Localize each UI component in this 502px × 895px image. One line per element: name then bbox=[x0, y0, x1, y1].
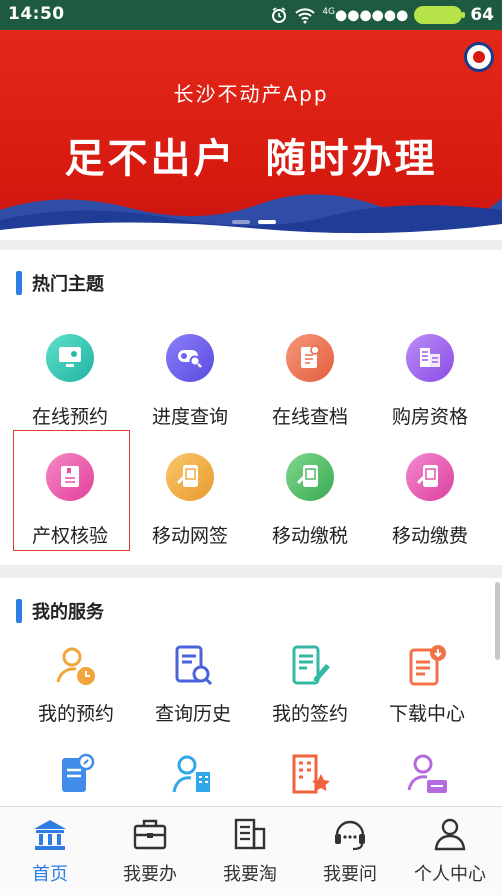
topic-label: 在线预约 bbox=[31, 406, 108, 428]
topic-label: 移动缴费 bbox=[391, 525, 468, 547]
nav-profile[interactable]: 个人中心 bbox=[400, 807, 500, 895]
wifi-icon bbox=[295, 8, 316, 24]
contract-edit-icon bbox=[292, 645, 330, 685]
status-icons: 4G●●●●●● 64 bbox=[270, 4, 494, 26]
topic-label: 进度查询 bbox=[151, 406, 228, 428]
topic-label: 移动网签 bbox=[151, 525, 228, 547]
status-time: 14:50 bbox=[8, 4, 65, 24]
user-message-icon bbox=[407, 754, 447, 793]
section-header: 热门主题 bbox=[16, 270, 104, 296]
service-label: 我的签约 bbox=[271, 703, 348, 725]
building-list-icon bbox=[234, 818, 266, 850]
scroll-badge-icon bbox=[62, 753, 95, 792]
topic-progress-query[interactable]: 进度查询 bbox=[131, 334, 249, 446]
topic-online-archive[interactable]: 在线查档 bbox=[251, 334, 369, 446]
nav-label: 我要办 bbox=[123, 864, 177, 885]
progress-search-icon bbox=[166, 334, 214, 382]
service-label: 查询历史 bbox=[154, 703, 231, 725]
nav-home[interactable]: 首页 bbox=[0, 807, 100, 895]
service-query-history[interactable]: 查询历史 bbox=[134, 644, 252, 756]
nav-label: 我要问 bbox=[323, 864, 377, 885]
carousel-dot-active[interactable] bbox=[258, 220, 276, 224]
banner-waves bbox=[0, 194, 502, 240]
topic-mobile-signing[interactable]: 移动网签 bbox=[131, 453, 249, 565]
home-bank-icon bbox=[34, 820, 66, 850]
topic-mobile-tax[interactable]: 移动缴税 bbox=[251, 453, 369, 565]
monitor-icon bbox=[46, 334, 94, 382]
building-qualification-icon bbox=[406, 334, 454, 382]
phone-tax-icon bbox=[286, 453, 334, 501]
carousel-dot[interactable] bbox=[232, 220, 250, 224]
service-item-5[interactable] bbox=[17, 752, 135, 802]
topic-label: 在线查档 bbox=[271, 406, 348, 428]
nav-handle[interactable]: 我要办 bbox=[100, 807, 200, 895]
phone-payment-icon bbox=[406, 453, 454, 501]
service-my-booking[interactable]: 我的预约 bbox=[17, 644, 135, 756]
carousel-dots[interactable] bbox=[232, 220, 276, 224]
history-search-icon bbox=[175, 645, 213, 686]
banner-subtitle: 长沙不动产App bbox=[173, 82, 329, 106]
user-building-icon bbox=[172, 755, 210, 793]
download-doc-icon bbox=[409, 645, 446, 686]
selection-highlight bbox=[13, 430, 130, 551]
status-bar: 14:50 4G●●●●●● 64 bbox=[0, 0, 502, 30]
service-item-7[interactable] bbox=[251, 752, 369, 802]
battery-level: 64 bbox=[470, 5, 494, 25]
network-type: 4G●●●●●● bbox=[322, 6, 409, 24]
topic-purchase-qualification[interactable]: 购房资格 bbox=[371, 334, 489, 446]
promo-banner[interactable]: 长沙不动产App 足不出户 随时办理 bbox=[0, 30, 502, 240]
briefcase-icon bbox=[133, 819, 167, 850]
person-icon bbox=[434, 818, 466, 851]
user-clock-icon bbox=[56, 647, 95, 685]
phone-sign-icon bbox=[166, 453, 214, 501]
service-item-6[interactable] bbox=[134, 752, 252, 802]
topic-mobile-payment[interactable]: 移动缴费 bbox=[371, 453, 489, 565]
emblem-logo bbox=[464, 42, 494, 72]
section-title: 热门主题 bbox=[32, 274, 104, 295]
nav-label: 首页 bbox=[32, 864, 68, 885]
service-my-contract[interactable]: 我的签约 bbox=[251, 644, 369, 756]
section-header: 我的服务 bbox=[16, 598, 104, 624]
banner-title: 足不出户 随时办理 bbox=[64, 136, 438, 182]
section-accent-bar bbox=[16, 599, 22, 623]
scrollbar-thumb[interactable] bbox=[495, 582, 500, 660]
service-item-8[interactable] bbox=[368, 752, 486, 802]
nav-ask[interactable]: 我要问 bbox=[300, 807, 400, 895]
document-search-icon bbox=[286, 334, 334, 382]
headset-icon bbox=[335, 820, 365, 851]
topic-label: 购房资格 bbox=[391, 406, 468, 428]
nav-browse[interactable]: 我要淘 bbox=[200, 807, 300, 895]
bottom-navigation: 首页 我要办 我要淘 我要问 个人中心 bbox=[0, 806, 502, 895]
nav-label: 我要淘 bbox=[223, 864, 277, 885]
service-label: 我的预约 bbox=[37, 703, 114, 725]
nav-label: 个人中心 bbox=[414, 864, 486, 885]
section-title: 我的服务 bbox=[32, 602, 104, 623]
topic-label: 移动缴税 bbox=[271, 525, 348, 547]
battery-icon bbox=[414, 6, 466, 24]
building-star-icon bbox=[292, 754, 330, 794]
alarm-icon bbox=[272, 7, 287, 23]
service-label: 下载中心 bbox=[388, 703, 465, 725]
service-download-center[interactable]: 下载中心 bbox=[368, 644, 486, 756]
section-accent-bar bbox=[16, 271, 22, 295]
